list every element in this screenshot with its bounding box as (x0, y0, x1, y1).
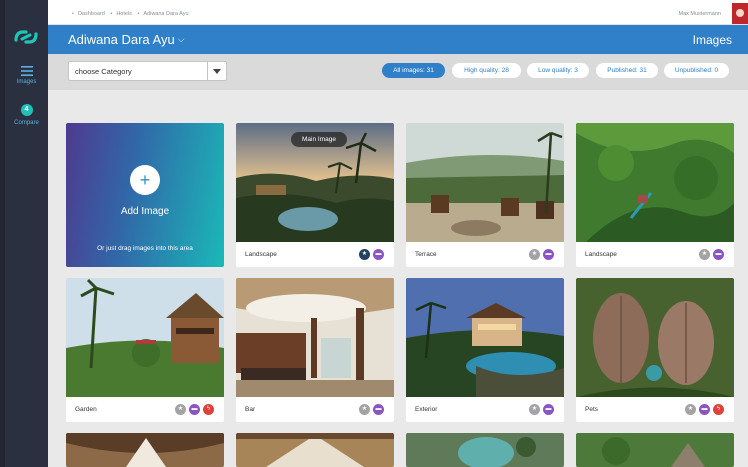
image-thumbnail[interactable] (406, 123, 564, 242)
user-name[interactable]: Max Mustermann (679, 11, 722, 17)
image-card[interactable] (406, 433, 564, 467)
breadcrumb: • Dashboard • Hotels • Adiwana Dara Ayu (72, 11, 189, 17)
star-off-icon[interactable]: ★ (359, 404, 370, 415)
sidebar: Images 4 Compare (0, 0, 48, 467)
image-tags: ★ ▬ (699, 249, 724, 260)
image-caption: Garden (75, 406, 97, 413)
bed-icon[interactable]: ▬ (543, 404, 554, 415)
compare-count-badge: 4 (20, 104, 33, 116)
bed-icon[interactable]: ▬ (543, 249, 554, 260)
sidebar-item-label: Compare (14, 120, 39, 126)
sidebar-item-images[interactable]: Images (5, 66, 48, 85)
bolt-icon[interactable]: ϟ (713, 404, 724, 415)
image-thumbnail[interactable] (576, 123, 734, 242)
image-card[interactable]: Garden ★ ▬ ϟ (66, 278, 224, 422)
bed-icon[interactable]: ▬ (373, 249, 384, 260)
image-card[interactable]: Exterior ★ ▬ (406, 278, 564, 422)
bed-icon[interactable]: ▬ (189, 404, 200, 415)
star-off-icon[interactable]: ★ (529, 249, 540, 260)
section-title: Images (692, 33, 732, 47)
image-thumbnail[interactable] (236, 433, 394, 467)
bolt-icon[interactable]: ϟ (203, 404, 214, 415)
plus-icon[interactable]: + (130, 165, 160, 195)
image-caption: Exterior (415, 406, 438, 413)
page-title: Adiwana Dara Ayu (68, 32, 175, 47)
top-bar: • Dashboard • Hotels • Adiwana Dara Ayu Max… (48, 0, 748, 25)
image-card[interactable]: Main Image Landscape ★ ▬ (236, 123, 394, 267)
image-card[interactable] (66, 433, 224, 467)
image-thumbnail[interactable] (66, 278, 224, 397)
image-tags: ★ ▬ (359, 249, 384, 260)
image-card[interactable] (576, 433, 734, 467)
category-select-value: choose Category (75, 67, 132, 76)
image-thumbnail[interactable] (576, 433, 734, 467)
sidebar-item-compare[interactable]: 4 Compare (5, 104, 48, 126)
image-caption: Bar (245, 406, 256, 413)
hotel-switcher[interactable]: Adiwana Dara Ayu ⌵ (68, 32, 185, 47)
image-card[interactable] (236, 433, 394, 467)
star-off-icon[interactable]: ★ (699, 249, 710, 260)
menu-icon (20, 66, 33, 76)
filter-all-images[interactable]: All images: 31 (382, 63, 445, 78)
add-image-title: Add Image (120, 206, 170, 217)
avatar[interactable] (732, 3, 748, 24)
image-caption: Pets (585, 406, 599, 413)
sidebar-item-label: Images (16, 79, 37, 85)
image-tags: ★ ▬ ϟ (685, 404, 724, 415)
caret-down-icon[interactable] (207, 62, 226, 80)
image-caption: Terrace (415, 251, 437, 258)
page-header: Adiwana Dara Ayu ⌵ Images (48, 25, 748, 54)
filter-bar: choose Category All images: 31 High qual… (48, 54, 748, 90)
image-thumbnail[interactable] (576, 278, 734, 397)
image-thumbnail[interactable] (66, 433, 224, 467)
image-card[interactable]: Pets ★ ▬ ϟ (576, 278, 734, 422)
chevron-down-icon: ⌵ (177, 34, 185, 44)
star-off-icon[interactable]: ★ (685, 404, 696, 415)
filter-unpublished[interactable]: Unpublished: 0 (664, 63, 729, 78)
image-caption: Landscape (245, 251, 277, 258)
star-off-icon[interactable]: ★ (529, 404, 540, 415)
add-image-dropzone[interactable]: + Add Image Or just drag images into thi… (66, 123, 224, 267)
breadcrumb-dashboard[interactable]: Dashboard (78, 11, 105, 17)
star-on-icon[interactable]: ★ (359, 249, 370, 260)
image-card[interactable]: Bar ★ ▬ (236, 278, 394, 422)
image-card[interactable]: Landscape ★ ▬ (576, 123, 734, 267)
image-tags: ★ ▬ ϟ (175, 404, 214, 415)
bed-icon[interactable]: ▬ (699, 404, 710, 415)
image-thumbnail[interactable] (406, 278, 564, 397)
star-off-icon[interactable]: ★ (175, 404, 186, 415)
breadcrumb-hotels[interactable]: Hotels (116, 11, 132, 17)
bed-icon[interactable]: ▬ (373, 404, 384, 415)
add-image-hint: Or just drag images into this area (97, 245, 193, 252)
bed-icon[interactable]: ▬ (713, 249, 724, 260)
category-select[interactable]: choose Category (68, 61, 227, 81)
image-card[interactable]: Terrace ★ ▬ (406, 123, 564, 267)
breadcrumb-hotel[interactable]: Adiwana Dara Ayu (143, 11, 188, 17)
logo[interactable] (12, 27, 40, 47)
main-image-badge: Main Image (291, 132, 347, 147)
image-thumbnail[interactable] (406, 433, 564, 467)
image-thumbnail[interactable] (236, 278, 394, 397)
image-tags: ★ ▬ (359, 404, 384, 415)
filter-published[interactable]: Published: 31 (596, 63, 658, 78)
image-tags: ★ ▬ (529, 404, 554, 415)
image-tags: ★ ▬ (529, 249, 554, 260)
filter-low-quality[interactable]: Low quality: 3 (527, 63, 589, 78)
image-caption: Landscape (585, 251, 617, 258)
filter-high-quality[interactable]: High quality: 28 (452, 63, 521, 78)
